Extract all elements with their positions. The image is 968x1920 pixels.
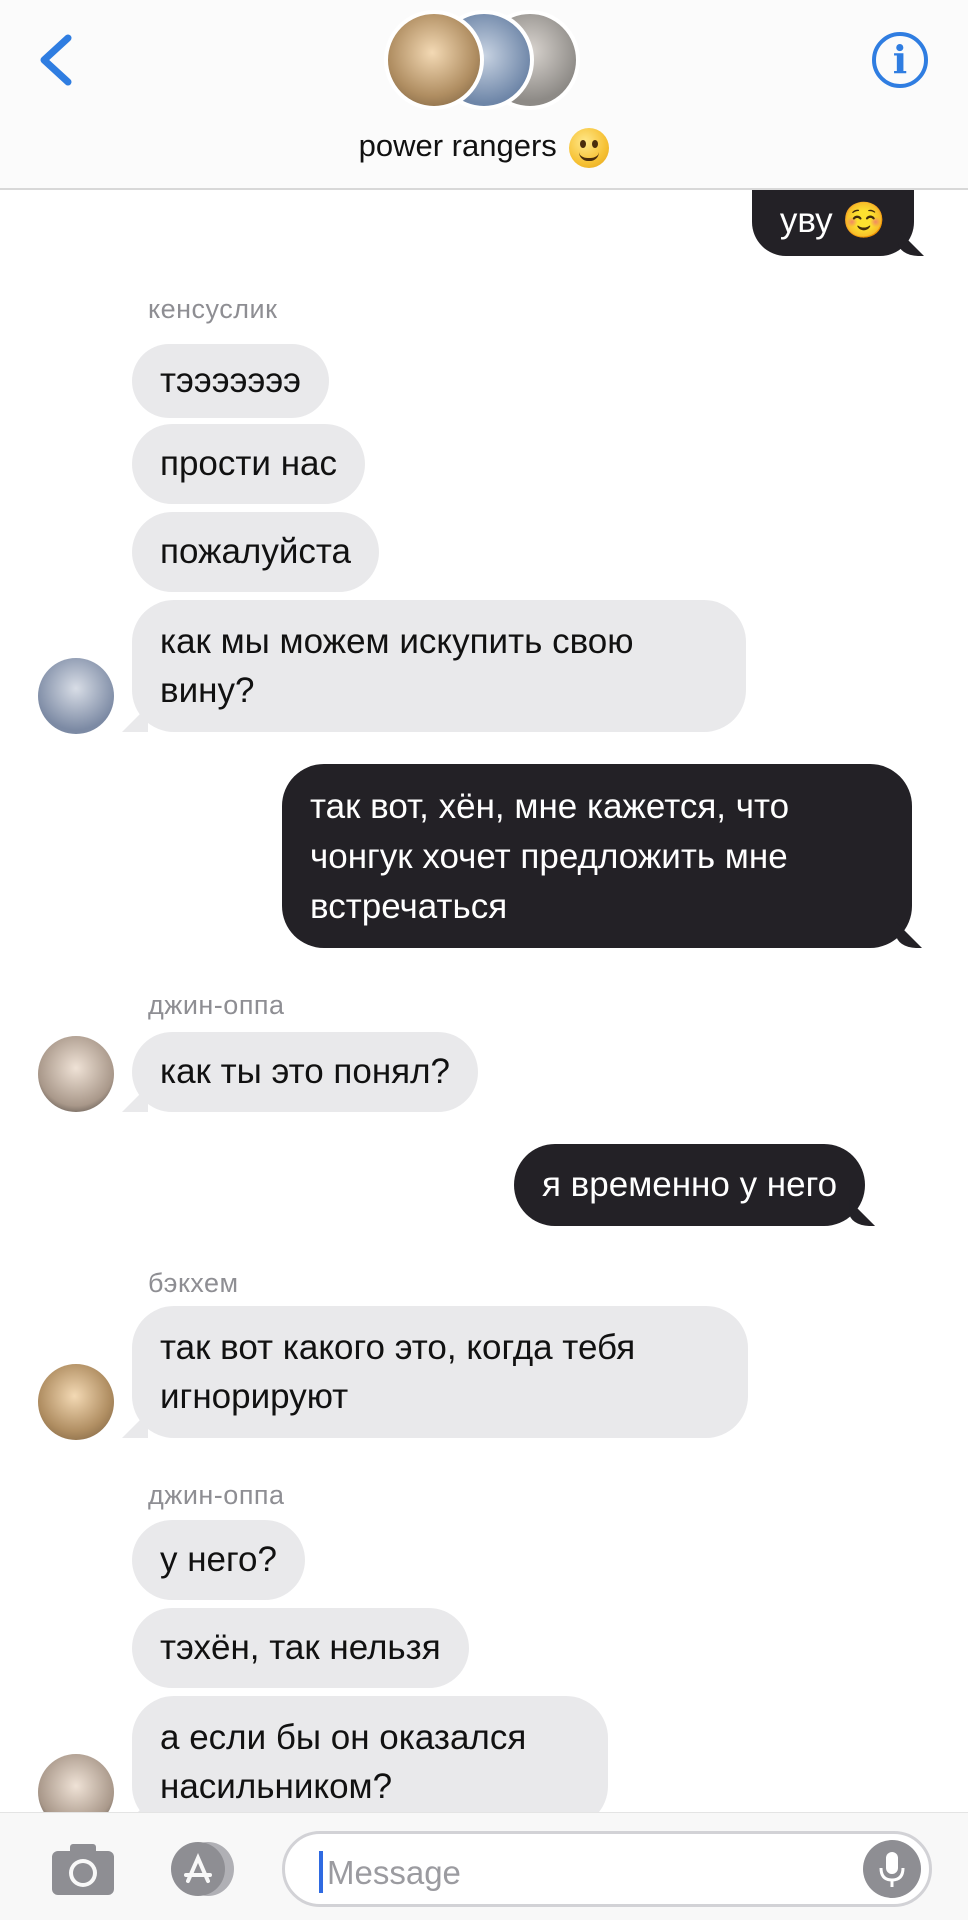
outgoing-message[interactable]: уву ☺️: [751, 186, 914, 256]
text-caret: [319, 1851, 323, 1893]
avatar[interactable]: [38, 658, 114, 734]
incoming-message[interactable]: пожалуйста: [132, 512, 379, 592]
avatar[interactable]: [38, 1036, 114, 1112]
sender-name: джин-оппа: [148, 1480, 285, 1510]
info-button[interactable]: i: [872, 32, 928, 88]
outgoing-message[interactable]: так вот, хён, мне кажется, что чонгук хо…: [282, 764, 912, 948]
chat-title[interactable]: power rangers: [0, 128, 968, 168]
incoming-message[interactable]: как мы можем искупить свою вину?: [132, 600, 746, 732]
composer-bar: Message: [0, 1812, 968, 1920]
back-button[interactable]: [34, 30, 78, 90]
avatar[interactable]: [38, 1364, 114, 1440]
zany-face-emoji: [569, 128, 610, 168]
camera-icon: [52, 1844, 114, 1895]
microphone-button[interactable]: [863, 1840, 921, 1898]
sender-name: бэкхем: [148, 1268, 239, 1298]
incoming-message[interactable]: у него?: [132, 1520, 305, 1600]
sender-name: джин-оппа: [148, 990, 285, 1020]
incoming-message[interactable]: а если бы он оказался насильником?: [132, 1696, 608, 1828]
incoming-message[interactable]: тэхён, так нельзя: [132, 1608, 469, 1688]
chevron-left-icon: [40, 34, 72, 86]
app-store-icon: [171, 1842, 234, 1896]
sender-name: кенсуслик: [148, 294, 278, 324]
app-store-button[interactable]: [164, 1841, 240, 1897]
message-input[interactable]: Message: [282, 1831, 932, 1907]
group-avatars[interactable]: [384, 8, 584, 112]
incoming-message[interactable]: тэээээээ: [132, 344, 330, 418]
incoming-message[interactable]: прости нас: [132, 424, 365, 504]
camera-button[interactable]: [50, 1841, 116, 1897]
group-avatar-1: [384, 10, 484, 110]
incoming-message[interactable]: так вот какого это, когда тебя игнорирую…: [132, 1306, 748, 1438]
outgoing-message[interactable]: я временно у него: [514, 1144, 866, 1226]
info-icon: i: [892, 37, 908, 82]
chat-title-text: power rangers: [358, 128, 557, 164]
conversation-header: power rangers i: [0, 0, 968, 190]
message-placeholder: Message: [327, 1854, 461, 1891]
incoming-message[interactable]: как ты это понял?: [132, 1032, 478, 1112]
microphone-icon: [879, 1852, 905, 1887]
